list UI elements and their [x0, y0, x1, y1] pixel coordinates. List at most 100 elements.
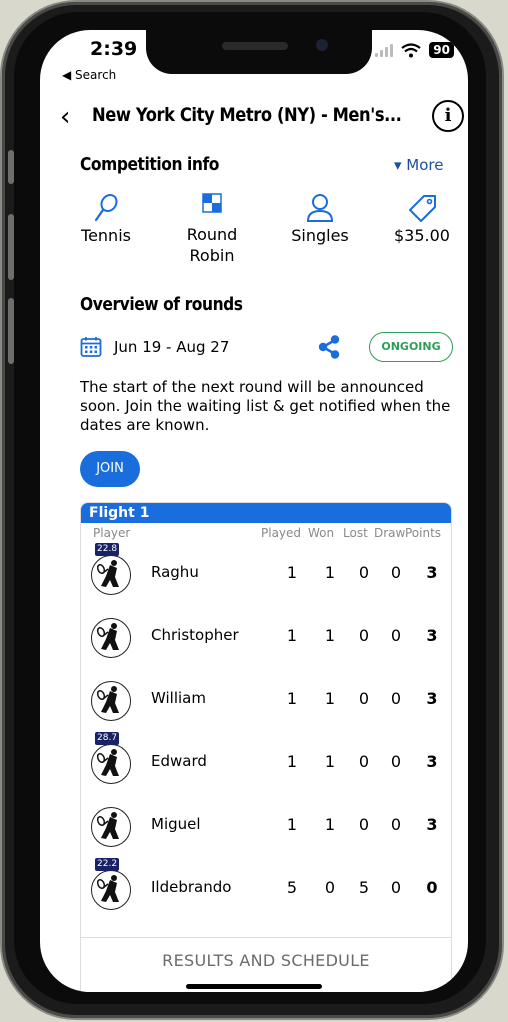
col-played: Played: [261, 526, 302, 540]
table-row[interactable]: 22.8 Raghu 1 1 0 0 3: [81, 541, 451, 604]
divider: [81, 937, 451, 938]
tennis-player-icon: [96, 686, 119, 713]
sport-info: Tennis: [68, 190, 144, 245]
stat-draw: 0: [390, 815, 402, 834]
page-title: New York City Metro (NY) - Men's...: [92, 104, 402, 126]
stat-won: 1: [324, 689, 336, 708]
player-avatar: [91, 555, 131, 595]
col-draw: Draw: [374, 526, 406, 540]
stat-points: 0: [426, 878, 438, 897]
stat-won: 1: [324, 626, 336, 645]
signal-icon: [375, 43, 394, 57]
competition-info-heading: Competition info: [80, 154, 219, 175]
player-avatar: [91, 744, 131, 784]
volume-down-button: [8, 298, 14, 364]
stat-draw: 0: [390, 878, 402, 897]
flight-standings-card: Flight 1 Player Played Won Lost Draw Poi…: [80, 502, 452, 992]
player-avatar: [91, 681, 131, 721]
table-row[interactable]: 22.2 Ildebrando 5 0 5 0 0: [81, 856, 451, 919]
stat-lost: 0: [358, 815, 370, 834]
standings-rows: 22.8 Raghu 1 1 0 0 3 Christopher 1 1 0 0 3 William 1 1 0…: [81, 541, 451, 919]
notch: [146, 30, 372, 74]
stat-lost: 0: [358, 689, 370, 708]
status-time: 2:39: [90, 38, 138, 60]
speaker-grille: [222, 42, 288, 50]
stat-won: 0: [324, 878, 336, 897]
tennis-player-icon: [96, 560, 119, 587]
status-badge: ONGOING: [369, 332, 453, 362]
table-row[interactable]: Miguel 1 1 0 0 3: [81, 793, 451, 856]
stat-played: 1: [286, 815, 298, 834]
price-label: $35.00: [394, 226, 450, 245]
flight-name: Flight 1: [81, 503, 451, 523]
table-row[interactable]: William 1 1 0 0 3: [81, 667, 451, 730]
price-tag-icon: [409, 195, 436, 222]
stat-lost: 0: [358, 752, 370, 771]
tennis-player-icon: [96, 623, 119, 650]
player-avatar: [91, 807, 131, 847]
battery-icon: 90: [429, 42, 454, 58]
stat-draw: 0: [390, 752, 402, 771]
share-icon[interactable]: [316, 334, 342, 360]
stat-points: 3: [426, 752, 438, 771]
app-screen: 2:39 ◀ Search 90 ‹ New York City Metro (…: [40, 30, 468, 992]
player-name[interactable]: Christopher: [151, 626, 239, 644]
sport-label: Tennis: [81, 226, 131, 245]
col-won: Won: [308, 526, 335, 540]
type-info: Singles: [276, 190, 364, 245]
join-button[interactable]: JOIN: [80, 451, 140, 487]
camera-icon: [316, 39, 328, 51]
player-avatar: [91, 618, 131, 658]
stat-played: 1: [286, 626, 298, 645]
stat-points: 3: [426, 563, 438, 582]
rating-badge: 22.2: [95, 858, 120, 871]
status-icons: 90: [375, 42, 454, 58]
back-to-search-link[interactable]: ◀ Search: [62, 68, 116, 82]
rating-badge: 28.7: [95, 732, 120, 745]
home-indicator[interactable]: [186, 984, 322, 989]
stat-won: 1: [324, 563, 336, 582]
stat-played: 1: [286, 752, 298, 771]
type-label: Singles: [291, 226, 349, 245]
player-name[interactable]: William: [151, 689, 206, 707]
table-header: Player Played Won Lost Draw Points: [81, 523, 451, 541]
stat-draw: 0: [390, 563, 402, 582]
table-row[interactable]: 28.7 Edward 1 1 0 0 3: [81, 730, 451, 793]
volume-up-button: [8, 214, 14, 280]
announcement-text: The start of the next round will be anno…: [80, 378, 451, 434]
format-label: Round Robin: [186, 225, 238, 265]
stat-lost: 0: [358, 626, 370, 645]
rating-badge: 22.8: [95, 543, 120, 556]
tennis-player-icon: [96, 749, 119, 776]
stat-won: 1: [324, 752, 336, 771]
stat-won: 1: [324, 815, 336, 834]
player-name[interactable]: Miguel: [151, 815, 201, 833]
stat-draw: 0: [390, 689, 402, 708]
calendar-icon: [80, 337, 102, 357]
user-icon: [306, 194, 334, 222]
stat-played: 1: [286, 689, 298, 708]
col-lost: Lost: [343, 526, 368, 540]
info-icon[interactable]: i: [432, 100, 464, 132]
stat-points: 3: [426, 626, 438, 645]
col-player: Player: [93, 526, 131, 540]
wifi-icon: [401, 42, 421, 57]
table-row[interactable]: Christopher 1 1 0 0 3: [81, 604, 451, 667]
date-row: Jun 19 - Aug 27: [80, 336, 229, 358]
stat-points: 3: [426, 689, 438, 708]
round-robin-icon: [202, 193, 222, 213]
more-button[interactable]: ▾ More: [394, 156, 443, 174]
results-and-schedule-button[interactable]: RESULTS AND SCHEDULE: [81, 951, 451, 970]
tennis-player-icon: [96, 875, 119, 902]
stat-played: 1: [286, 563, 298, 582]
stat-points: 3: [426, 815, 438, 834]
col-points: Points: [405, 526, 442, 540]
player-name[interactable]: Raghu: [151, 563, 199, 581]
mute-switch: [8, 150, 14, 184]
date-range: Jun 19 - Aug 27: [114, 338, 230, 356]
player-name[interactable]: Edward: [151, 752, 207, 770]
stat-played: 5: [286, 878, 298, 897]
stat-lost: 5: [358, 878, 370, 897]
player-name[interactable]: Ildebrando: [151, 878, 231, 896]
chevron-left-icon[interactable]: ‹: [60, 102, 70, 132]
